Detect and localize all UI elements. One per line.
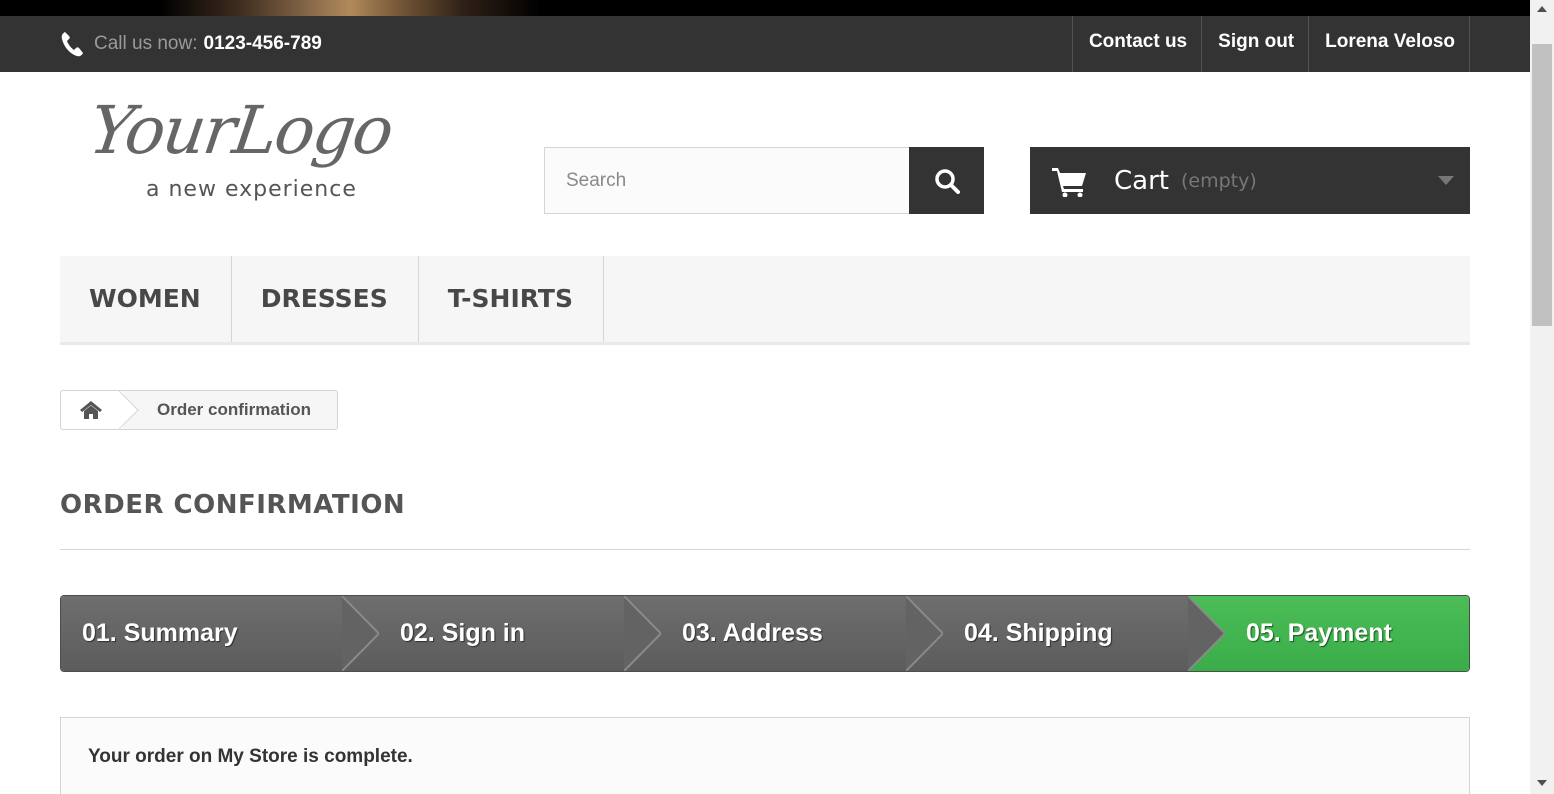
shopping-cart[interactable]: Cart (empty) — [1030, 147, 1470, 214]
step-arrow — [342, 596, 379, 671]
banner-image — [160, 0, 540, 16]
cart-label: Cart — [1114, 165, 1169, 196]
step-arrow — [624, 596, 661, 671]
breadcrumb-current: Order confirmation — [157, 400, 311, 419]
confirmation-message: Your order on My Store is complete. — [88, 746, 413, 767]
breadcrumb: Order confirmation — [60, 390, 338, 430]
step-payment: 05. Payment — [1189, 596, 1469, 671]
scroll-up-icon[interactable] — [1537, 6, 1547, 12]
main-menu: WOMEN DRESSES T-SHIRTS — [60, 256, 1470, 345]
store-logo[interactable]: YourLogo a new experience — [85, 92, 450, 210]
step-arrow — [906, 596, 943, 671]
cart-icon — [1052, 167, 1086, 197]
menu-item-women[interactable]: WOMEN — [60, 256, 232, 342]
menu-item-dresses[interactable]: DRESSES — [232, 256, 419, 342]
phone-number: 0123-456-789 — [203, 33, 322, 54]
sign-out-link[interactable]: Sign out — [1201, 16, 1308, 72]
account-link[interactable]: Lorena Veloso — [1308, 16, 1470, 72]
logo-script: YourLogo — [84, 92, 397, 169]
breadcrumb-home-link[interactable] — [61, 391, 123, 429]
step-shipping: 04. Shipping — [907, 596, 1225, 671]
menu-item-t-shirts[interactable]: T-SHIRTS — [419, 256, 604, 342]
shop-phone: Call us now: 0123-456-789 — [60, 24, 322, 64]
home-icon — [80, 401, 102, 419]
search-button[interactable] — [909, 147, 984, 214]
page-title: ORDER CONFIRMATION — [60, 490, 406, 520]
step-sign-in: 02. Sign in — [343, 596, 661, 671]
phone-icon — [61, 32, 83, 57]
scroll-down-icon[interactable] — [1537, 780, 1547, 786]
top-banner — [0, 0, 1530, 16]
order-steps: 01. Summary 02. Sign in 03. Address 04. … — [60, 595, 1470, 672]
chevron-down-icon — [1438, 176, 1454, 185]
logo-tagline: a new experience — [146, 177, 357, 202]
order-confirmation-box: Your order on My Store is complete. — [60, 717, 1470, 794]
contact-us-link[interactable]: Contact us — [1071, 16, 1201, 72]
top-bar: Call us now: 0123-456-789 Contact us Sig… — [0, 16, 1530, 72]
step-label: 05. Payment — [1246, 619, 1392, 647]
header-links: Contact us Sign out Lorena Veloso — [1071, 16, 1470, 72]
scrollbar-thumb[interactable] — [1532, 44, 1552, 326]
search-icon — [934, 168, 960, 194]
step-arrow — [1188, 596, 1225, 671]
step-label: 03. Address — [682, 619, 823, 647]
phone-prefix: Call us now: — [94, 33, 198, 54]
page-scrollbar[interactable] — [1530, 0, 1554, 794]
step-label: 02. Sign in — [400, 619, 526, 647]
search-input[interactable] — [544, 147, 910, 214]
step-label: 04. Shipping — [964, 619, 1113, 647]
step-label: 01. Summary — [82, 619, 238, 647]
cart-status: (empty) — [1180, 169, 1257, 192]
step-summary: 01. Summary — [61, 596, 379, 671]
search-form — [544, 147, 984, 214]
step-address: 03. Address — [625, 596, 943, 671]
heading-divider — [60, 549, 1470, 550]
